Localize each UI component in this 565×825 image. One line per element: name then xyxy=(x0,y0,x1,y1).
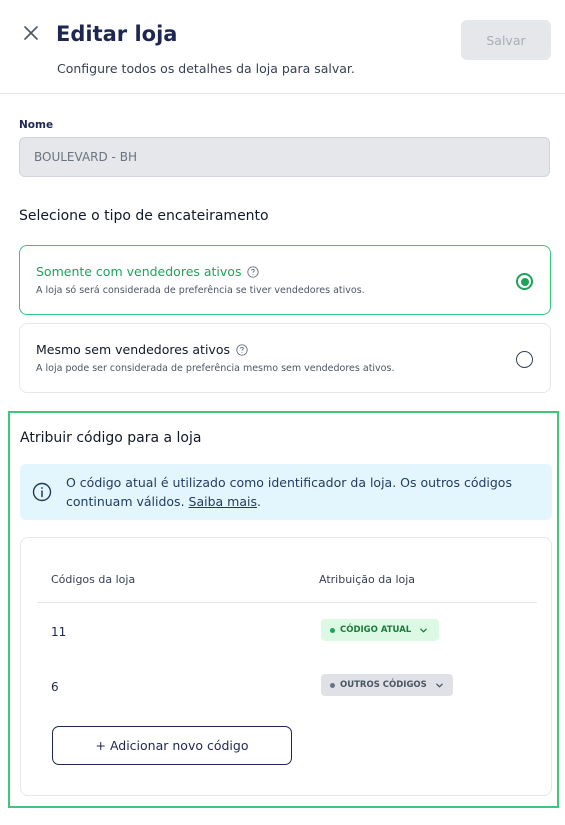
grouping-section-title: Selecione o tipo de encateiramento xyxy=(19,208,269,224)
column-header-codes: Códigos da loja xyxy=(51,573,136,586)
info-text: O código atual é utilizado como identifi… xyxy=(66,475,512,509)
learn-more-link[interactable]: Saiba mais xyxy=(189,494,257,509)
option-description: A loja pode ser considerada de preferênc… xyxy=(36,363,395,374)
page-title: Editar loja xyxy=(56,22,178,46)
help-icon[interactable] xyxy=(236,343,248,356)
info-banner: O código atual é utilizado como identifi… xyxy=(20,464,552,520)
option-without-sellers[interactable]: Mesmo sem vendedores ativos A loja pode … xyxy=(19,323,551,393)
table-row: 6 OUTROS CÓDIGOS xyxy=(21,672,551,700)
chevron-down-icon xyxy=(435,683,443,687)
codes-section-title: Atribuir código para a loja xyxy=(20,430,202,446)
name-field-label: Nome xyxy=(19,119,54,131)
add-code-button[interactable]: + Adicionar novo código xyxy=(52,726,292,765)
name-field[interactable] xyxy=(19,137,550,177)
divider xyxy=(37,602,537,603)
assignment-dropdown[interactable]: OUTROS CÓDIGOS xyxy=(321,674,453,696)
option-label: Mesmo sem vendedores ativos xyxy=(36,342,230,357)
status-dot xyxy=(330,682,335,688)
assignment-label: CÓDIGO ATUAL xyxy=(340,625,412,635)
page-subtitle: Configure todos os detalhes da loja para… xyxy=(57,61,355,76)
save-button[interactable]: Salvar xyxy=(461,20,551,60)
codes-table: Códigos da loja Atribuição da loja 11 CÓ… xyxy=(20,537,552,796)
column-header-assignment: Atribuição da loja xyxy=(319,573,416,586)
code-value: 11 xyxy=(51,625,67,639)
option-active-sellers[interactable]: Somente com vendedores ativos A loja só … xyxy=(19,245,551,315)
assignment-label: OUTROS CÓDIGOS xyxy=(340,680,427,690)
radio-selected[interactable] xyxy=(516,273,533,290)
assignment-dropdown[interactable]: CÓDIGO ATUAL xyxy=(321,619,439,641)
modal-header: Editar loja Configure todos os detalhes … xyxy=(0,0,565,94)
close-icon xyxy=(24,26,38,40)
option-description: A loja só será considerada de preferênci… xyxy=(36,285,365,296)
status-dot xyxy=(330,627,335,633)
info-icon xyxy=(32,482,52,502)
close-button[interactable] xyxy=(20,22,42,44)
table-row: 11 CÓDIGO ATUAL xyxy=(21,617,551,645)
radio-unselected[interactable] xyxy=(516,351,533,368)
option-label: Somente com vendedores ativos xyxy=(36,264,242,279)
store-codes-section: Atribuir código para a loja O código atu… xyxy=(8,411,559,808)
code-value: 6 xyxy=(51,680,59,694)
chevron-down-icon xyxy=(420,628,428,632)
help-icon[interactable] xyxy=(247,265,260,278)
